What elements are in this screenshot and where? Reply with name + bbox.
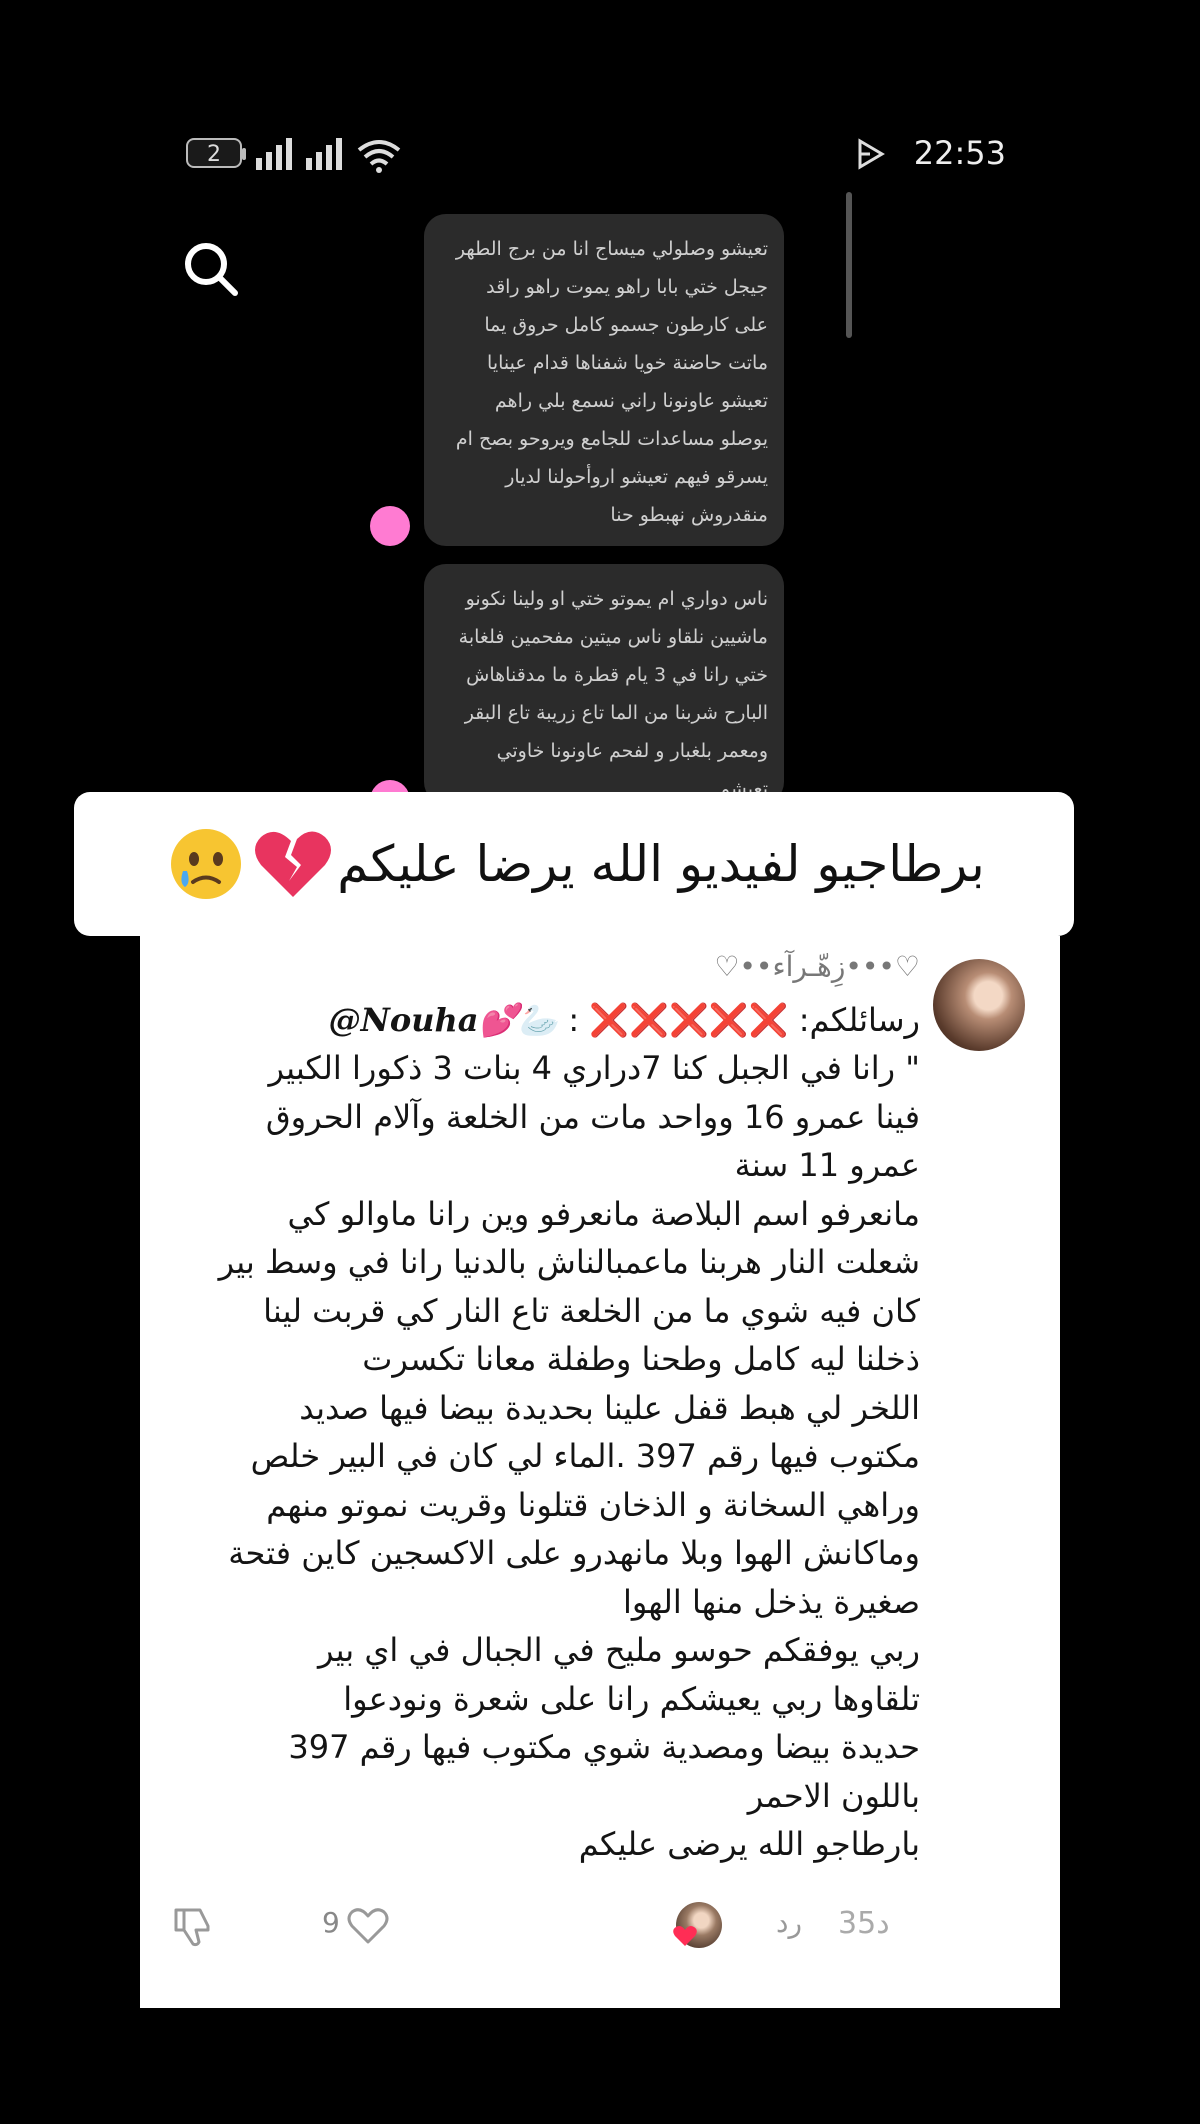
comment-line: مانعرفو اسم البلاصة مانعرفو وين رانا ماو… [287, 1194, 921, 1233]
comment-line: صغيرة يذخل منها الهوا [622, 1582, 920, 1621]
scrollbar[interactable] [846, 192, 852, 338]
comment-line: بارطاجو الله يرضى عليكم [578, 1825, 920, 1863]
sim-badge: 2 [186, 138, 246, 168]
comment-line: اللخر لي هبط قفل علينا بحديدة بيضا فيها … [299, 1388, 920, 1427]
sender-avatar-dot [370, 506, 410, 546]
like-count: 9 [322, 1906, 340, 1939]
comment-age: 35د [838, 1906, 890, 1941]
chat-bubble-1: تعيشو وصلولي ميساج انا من برج الطهر جيجل… [424, 214, 784, 546]
crying-face-icon [171, 829, 242, 899]
bubble-line: يوصلو مساعدات للجامع ويروحو بصح ام [455, 428, 768, 450]
bubble-line: ومعمر بلغبار و لفحم عاونونا خاوتي [496, 740, 768, 762]
bubble-line: تعيشو وصلولي ميساج انا من برج الطهر [455, 238, 768, 260]
comment-line: عمرو 11 سنة [734, 1146, 920, 1184]
signal-icon [256, 138, 292, 170]
bubble-line: منقدروش نهبطو حنا [610, 504, 768, 526]
wifi-icon [357, 140, 401, 173]
header-prefix: رسائلكم: [798, 1001, 920, 1039]
comment-body: " رانا في الجبل كنا 7دراري 4 بنات 3 ذكور… [219, 1044, 920, 1869]
creator-heart-icon [673, 1926, 697, 1946]
comment-username[interactable]: ♡••زِهّـرآء•••♡ [714, 950, 920, 983]
heart-like-icon[interactable] [346, 1904, 390, 1948]
comment-line: وراهي السخانة و الذخان قتلونا وقريت نموت… [266, 1485, 920, 1524]
bubble-line: جيجل ختي بابا راهو يموت راهو راقد [486, 276, 768, 298]
reply-button[interactable]: رد [776, 1906, 802, 1939]
comment-line: شعلت النار هربنا ماعمبالناش بالدنيا رانا… [218, 1243, 920, 1281]
broken-heart-icon [255, 831, 332, 897]
comment-line: فينا عمرو 16 وواحد مات من الخلعة وآلام ا… [265, 1097, 920, 1136]
comment-card: ♡••زِهّـرآء•••♡ رسائلكم: ❌❌❌❌❌ : @Nouha💕… [140, 936, 1060, 2008]
comment-actions: 9 رد 35د [140, 1896, 1060, 1956]
bubble-line: تعيشو عاونونا راني نسمع بلي راهم [494, 390, 768, 412]
comment-header: رسائلكم: ❌❌❌❌❌ : @Nouha💕🦢 [329, 996, 920, 1044]
bubble-line: ختي رانا في 3 يام قطرة ما مدقناهاش [466, 664, 768, 686]
dislike-icon[interactable] [172, 1904, 216, 1948]
caption-banner: برطاجيو لفيديو الله يرضا عليكم [74, 792, 1074, 936]
comment-line: ذخلنا ليه كامل وطحنا وطفلة معانا تكسرت [362, 1340, 920, 1378]
caption-text: برطاجيو لفيديو الله يرضا عليكم [337, 835, 985, 893]
comment-line: " رانا في الجبل كنا 7دراري 4 بنات 3 ذكور… [268, 1049, 920, 1087]
signal-icon-2 [306, 138, 342, 170]
comment-line: باللون الاحمر [747, 1776, 920, 1815]
comment-line: ربي يوفقكم حوسو مليح في الجبال في اي بير [317, 1631, 920, 1669]
bubble-line: يسرقو فيهم تعيشو اروأحولنا لديار [505, 466, 768, 488]
comment-line: مكتوب فيها رقم 397 .الماء لي كان في البي… [250, 1437, 920, 1475]
search-icon[interactable] [182, 240, 240, 298]
bubble-line: البارح شربنا من الما تاع زريبة تاع البقر [464, 702, 768, 724]
cast-play-icon [858, 138, 885, 170]
header-colon: : [568, 1001, 580, 1039]
bubble-line: على كارطون جسمو كامل حروق يما [484, 314, 768, 336]
comment-line: كان فيه شوي ما من الخلعة تاع النار كي قر… [263, 1291, 920, 1330]
comment-line: حديدة بيضا ومصدية شوي مكتوب فيها رقم 397 [288, 1728, 920, 1766]
bubble-line: ماشيين نلقاو ناس ميتين مفحمين فلغابة [458, 626, 768, 648]
chat-bubble-2: ناس دواري ام يموتو ختي او ولينا نكونو ما… [424, 564, 784, 804]
x-marks: ❌❌❌❌❌ [589, 1001, 789, 1039]
bubble-line: ماتت حاضنة خويا شفناها قدام عينايا [487, 352, 768, 374]
comment-line: تلقاوها ربي يعيشكم رانا على شعرة ونودعوا [343, 1679, 920, 1718]
avatar[interactable] [933, 959, 1025, 1051]
status-bar: 2 22:53 [186, 132, 1006, 176]
comment-line: وماكانش الهوا وبلا مانهدرو على الاكسجين … [228, 1534, 920, 1572]
mention-link[interactable]: @Nouha💕🦢 [329, 1001, 559, 1039]
clock: 22:53 [913, 134, 1006, 172]
bubble-line: ناس دواري ام يموتو ختي او ولينا نكونو [465, 588, 768, 610]
